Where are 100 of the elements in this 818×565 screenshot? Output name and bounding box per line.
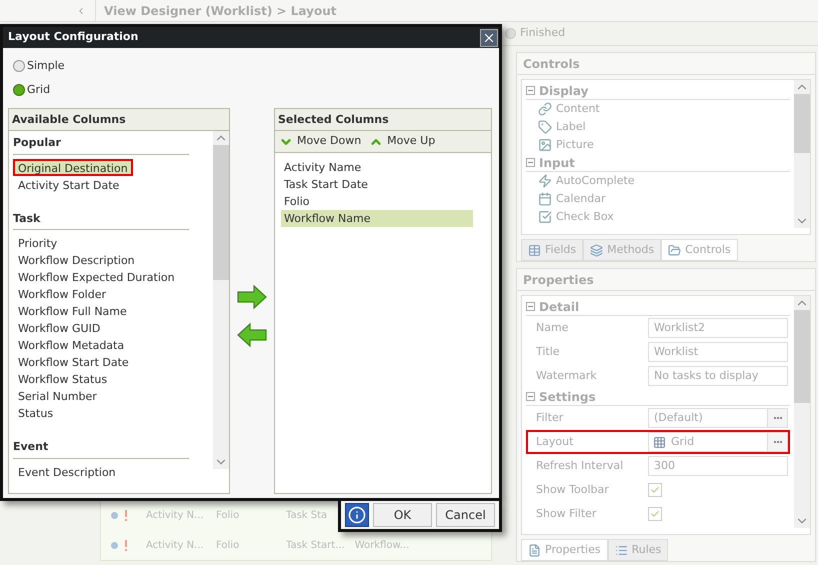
move-up-button[interactable]: Move Up	[369, 133, 436, 150]
move-down-button[interactable]: Move Down	[279, 133, 362, 150]
minus-box-icon[interactable]	[526, 392, 535, 401]
minus-box-icon[interactable]	[526, 86, 535, 95]
page-title: View Designer (Worklist) > Layout	[103, 2, 336, 20]
picker-field[interactable]: (Default)	[648, 408, 788, 428]
folder-icon	[668, 244, 682, 256]
control-icon	[538, 174, 552, 188]
control-item[interactable]: Picture	[526, 136, 790, 154]
grid-cell-text: Activity N...	[146, 508, 205, 522]
column-item[interactable]: Workflow Status	[13, 370, 189, 387]
remove-arrow-icon[interactable]	[236, 322, 268, 348]
cancel-button[interactable]: Cancel	[436, 503, 495, 527]
column-item[interactable]: Original Destination	[13, 158, 133, 176]
control-item[interactable]: Calendar	[526, 190, 790, 208]
property-row[interactable]: Show Toolbar	[526, 478, 790, 502]
close-button[interactable]	[480, 28, 498, 46]
column-item[interactable]: Priority	[13, 234, 189, 251]
property-row[interactable]: Layout Grid	[526, 430, 790, 454]
column-item[interactable]: Workflow Start Date	[13, 353, 189, 370]
property-row[interactable]: Refresh Interval 300	[526, 454, 790, 478]
grid-cell-text: Workflow...	[354, 538, 410, 552]
grid-cell-text: Activity N...	[146, 538, 205, 552]
minus-box-icon[interactable]	[526, 158, 535, 167]
column-item[interactable]: Workflow Expected Duration	[13, 268, 189, 285]
panel-title: Controls	[517, 53, 815, 75]
layers-icon	[590, 244, 604, 256]
info-button[interactable]	[345, 503, 369, 527]
grid-cell-text: Task Sta	[286, 508, 328, 522]
property-label: Show Toolbar	[536, 482, 610, 498]
group-heading: Input	[539, 154, 575, 172]
text-field[interactable]: No tasks to display	[648, 366, 788, 386]
property-row[interactable]: Watermark No tasks to display	[526, 364, 790, 388]
control-item[interactable]: Label	[526, 118, 790, 136]
dialog-title: Layout Configuration	[8, 29, 138, 46]
column-item[interactable]: Status	[13, 404, 189, 421]
panel-tab[interactable]: Methods	[583, 239, 662, 261]
column-item[interactable]: Workflow Metadata	[13, 336, 189, 353]
property-label: Layout	[536, 434, 574, 450]
grid-icon	[653, 436, 666, 448]
panel-tab[interactable]: Fields	[521, 239, 584, 261]
column-item[interactable]: Folio	[281, 193, 473, 210]
section-heading: Settings	[539, 388, 596, 406]
column-item[interactable]: Workflow Folder	[13, 285, 189, 302]
finished-radio[interactable]: Finished	[505, 25, 566, 42]
ellipsis-icon[interactable]	[767, 433, 787, 451]
mode-radio[interactable]: Grid	[13, 82, 50, 98]
text-field[interactable]: 300	[648, 456, 788, 476]
group-heading: Event	[13, 437, 189, 458]
checkbox[interactable]	[648, 483, 662, 497]
column-item[interactable]: Task Start Date	[281, 176, 473, 193]
panel-header: Selected Columns	[275, 109, 491, 131]
info-icon	[348, 506, 366, 524]
ok-button[interactable]: OK	[373, 503, 432, 527]
group-heading: Display	[539, 82, 588, 100]
scrollbar[interactable]	[794, 296, 810, 528]
minus-box-icon[interactable]	[526, 302, 535, 311]
priority-icon	[124, 510, 128, 520]
column-item[interactable]: Workflow Description	[13, 251, 189, 268]
text-field[interactable]: Worklist	[648, 342, 788, 362]
mode-radio[interactable]: Simple	[13, 58, 65, 74]
control-icon	[538, 120, 552, 134]
scrollbar[interactable]	[213, 131, 229, 469]
priority-icon	[124, 540, 128, 550]
control-item[interactable]: AutoComplete	[526, 172, 790, 190]
property-label: Refresh Interval	[536, 458, 624, 474]
panel-tab[interactable]: Rules	[608, 539, 668, 561]
add-arrow-icon[interactable]	[236, 284, 268, 310]
property-row[interactable]: Name Worklist2	[526, 316, 790, 340]
checkbox[interactable]	[648, 507, 662, 521]
group-heading: Popular	[13, 133, 189, 154]
column-item[interactable]: Workflow GUID	[13, 319, 189, 336]
control-item[interactable]: Check Box	[526, 208, 790, 226]
control-icon	[538, 192, 552, 206]
panel-header: Available Columns	[9, 109, 229, 131]
property-row[interactable]: Show Filter	[526, 502, 790, 526]
column-item[interactable]: Activity Start Date	[13, 176, 189, 192]
property-label: Title	[536, 344, 561, 360]
property-label: Name	[536, 320, 570, 336]
column-item[interactable]: Activity Name	[281, 159, 473, 176]
picker-field[interactable]: Grid	[648, 432, 788, 452]
scrollbar[interactable]	[794, 80, 810, 228]
column-item[interactable]: Workflow Name	[281, 210, 473, 227]
table-icon	[528, 244, 541, 256]
panel-tab[interactable]: Properties	[521, 539, 608, 561]
property-label: Filter	[536, 410, 564, 426]
control-item[interactable]: Content	[526, 100, 790, 118]
text-field[interactable]: Worklist2	[648, 318, 788, 338]
property-row[interactable]: Filter (Default)	[526, 406, 790, 430]
group-heading: Task	[13, 208, 189, 230]
column-item[interactable]: Event Description	[13, 462, 189, 480]
panel-title: Properties	[517, 269, 815, 291]
panel-tab[interactable]: Controls	[661, 239, 738, 261]
list-icon	[614, 544, 628, 556]
property-row[interactable]: Title Worklist	[526, 340, 790, 364]
control-icon	[538, 138, 552, 152]
document-icon	[528, 544, 541, 556]
column-item[interactable]: Workflow Full Name	[13, 302, 189, 319]
column-item[interactable]: Serial Number	[13, 387, 189, 404]
ellipsis-icon[interactable]	[767, 409, 787, 427]
